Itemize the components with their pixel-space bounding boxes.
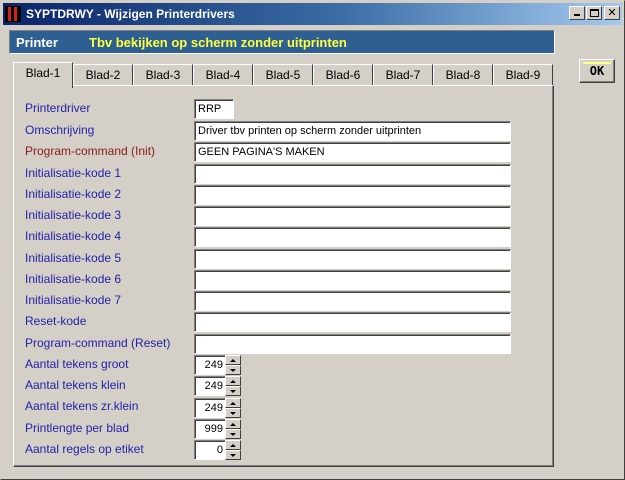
init-kode-4-field[interactable]	[194, 227, 511, 247]
init-kode-5-field[interactable]	[194, 249, 511, 269]
label-tekens-groot: Aantal tekens groot	[25, 357, 129, 371]
printlengte-value[interactable]: 999	[194, 419, 226, 439]
spin-up-arrow-icon[interactable]	[225, 440, 241, 450]
tekens-klein-spinner[interactable]: 249	[194, 376, 242, 396]
spinner-buttons	[225, 440, 241, 460]
close-icon: ✕	[607, 6, 617, 19]
tab-blad-8[interactable]: Blad-8	[433, 64, 493, 86]
ok-button[interactable]: OK	[579, 59, 615, 83]
app-icon[interactable]	[5, 6, 21, 22]
init-kode-7-field[interactable]	[194, 291, 511, 311]
label-init-kode-3: Initialisatie-kode 3	[25, 208, 122, 222]
tekens-klein-value[interactable]: 249	[194, 376, 226, 396]
spin-down-arrow-icon[interactable]	[225, 429, 241, 439]
label-init-kode-2: Initialisatie-kode 2	[25, 187, 122, 201]
label-init-kode-4: Initialisatie-kode 4	[25, 229, 122, 243]
spin-up-arrow-icon[interactable]	[225, 398, 241, 408]
minimize-icon	[574, 14, 580, 16]
program-command-init-field[interactable]: GEEN PAGINA'S MAKEN	[194, 142, 511, 162]
main-window: SYPTDRWY - Wijzigen Printerdrivers ✕ Pri…	[0, 0, 625, 480]
spinner-buttons	[225, 355, 241, 375]
printer-banner: Printer Tbv bekijken op scherm zonder ui…	[9, 30, 555, 54]
banner-description: Tbv bekijken op scherm zonder uitprinten	[89, 34, 347, 50]
regels-etiket-value[interactable]: 0	[194, 440, 226, 460]
window-title: SYPTDRWY - Wijzigen Printerdrivers	[26, 7, 235, 21]
tab-blad-5[interactable]: Blad-5	[253, 64, 313, 86]
spin-up-arrow-icon[interactable]	[225, 355, 241, 365]
label-tekens-klein: Aantal tekens klein	[25, 378, 126, 392]
title-bar[interactable]: SYPTDRWY - Wijzigen Printerdrivers ✕	[3, 3, 622, 25]
tekens-groot-spinner[interactable]: 249	[194, 355, 242, 375]
init-kode-1-field[interactable]	[194, 164, 511, 184]
spin-up-arrow-icon[interactable]	[225, 376, 241, 386]
label-program-command-init: Program-command (Init)	[25, 144, 156, 158]
label-program-command-reset: Program-command (Reset)	[25, 336, 171, 350]
tab-blad-4[interactable]: Blad-4	[193, 64, 253, 86]
close-button[interactable]: ✕	[604, 6, 620, 20]
spin-down-arrow-icon[interactable]	[225, 408, 241, 418]
program-command-reset-field[interactable]	[194, 334, 511, 354]
printerdriver-field[interactable]: RRP	[194, 99, 234, 119]
spin-down-arrow-icon[interactable]	[225, 365, 241, 375]
printlengte-spinner[interactable]: 999	[194, 419, 242, 439]
label-init-kode-1: Initialisatie-kode 1	[25, 166, 122, 180]
label-omschrijving: Omschrijving	[25, 123, 95, 137]
label-printlengte: Printlengte per blad	[25, 421, 130, 435]
init-kode-3-field[interactable]	[194, 206, 511, 226]
init-kode-6-field[interactable]	[194, 270, 511, 290]
spin-down-arrow-icon[interactable]	[225, 386, 241, 396]
label-tekens-zr-klein: Aantal tekens zr.klein	[25, 399, 139, 413]
spin-up-arrow-icon[interactable]	[225, 419, 241, 429]
tab-blad-6[interactable]: Blad-6	[313, 64, 373, 86]
reset-kode-field[interactable]	[194, 312, 511, 332]
label-regels-etiket: Aantal regels op etiket	[25, 442, 144, 456]
spinner-buttons	[225, 376, 241, 396]
regels-etiket-spinner[interactable]: 0	[194, 440, 242, 460]
banner-label: Printer	[16, 34, 58, 50]
spin-down-arrow-icon[interactable]	[225, 450, 241, 460]
label-init-kode-6: Initialisatie-kode 6	[25, 272, 122, 286]
spinner-buttons	[225, 398, 241, 418]
maximize-button[interactable]	[586, 6, 602, 20]
label-init-kode-7: Initialisatie-kode 7	[25, 293, 122, 307]
tekens-groot-value[interactable]: 249	[194, 355, 226, 375]
label-reset-kode: Reset-kode	[25, 314, 87, 328]
init-kode-2-field[interactable]	[194, 185, 511, 205]
label-printerdriver: Printerdriver	[25, 101, 91, 115]
label-init-kode-5: Initialisatie-kode 5	[25, 251, 122, 265]
maximize-icon	[590, 9, 599, 17]
tekens-zr-klein-value[interactable]: 249	[194, 398, 226, 418]
tab-blad-3[interactable]: Blad-3	[133, 64, 193, 86]
spinner-buttons	[225, 419, 241, 439]
minimize-button[interactable]	[569, 6, 585, 20]
tekens-zr-klein-spinner[interactable]: 249	[194, 398, 242, 418]
window-controls: ✕	[568, 6, 620, 20]
omschrijving-field[interactable]: Driver tbv printen op scherm zonder uitp…	[194, 121, 511, 141]
tab-blad-1[interactable]: Blad-1	[13, 62, 73, 88]
tab-blad-7[interactable]: Blad-7	[373, 64, 433, 86]
tab-blad-2[interactable]: Blad-2	[73, 64, 133, 86]
tab-blad-9[interactable]: Blad-9	[493, 64, 553, 86]
